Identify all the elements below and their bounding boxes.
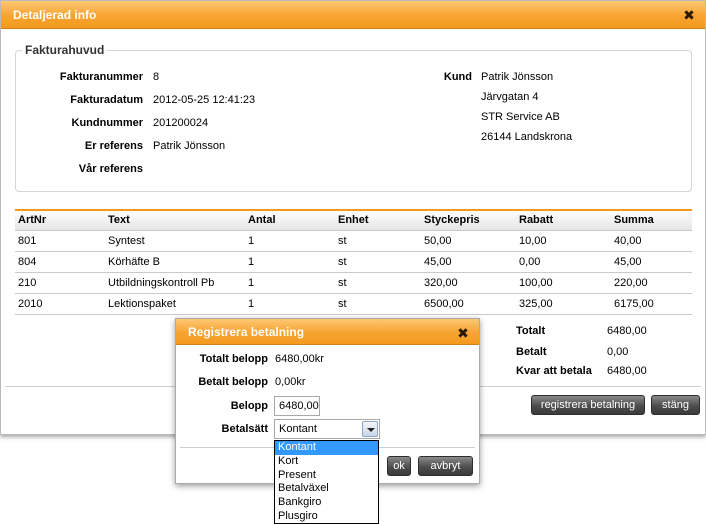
our-reference-label: Vår referens (78, 163, 143, 175)
dialog-title: Detaljerad info (13, 8, 97, 22)
payment-method-option[interactable]: Bankgiro (275, 496, 378, 510)
table-row: 210 Utbildningskontroll Pb 1 st 320,00 1… (15, 272, 692, 294)
cancel-button[interactable]: avbryt (418, 456, 473, 476)
table-cell: 804 (15, 251, 105, 273)
customer-number-label: Kundnummer (71, 117, 144, 129)
your-reference-label: Er referens (84, 140, 143, 152)
table-cell: st (335, 293, 421, 315)
column-header: Summa (611, 209, 692, 231)
paid-amount-value: 0,00kr (275, 376, 306, 388)
payment-dialog-title: Registrera betalning (188, 325, 305, 339)
your-reference-value: Patrik Jönsson (153, 140, 226, 152)
table-row: 2010 Lektionspaket 1 st 6500,00 325,00 6… (15, 293, 692, 315)
table-cell: Lektionspaket (105, 293, 245, 315)
table-cell: 320,00 (421, 272, 516, 294)
payment-method-select[interactable]: Kontant (274, 419, 380, 439)
payment-method-option[interactable]: Kort (275, 455, 378, 469)
table-cell: 10,00 (516, 230, 611, 252)
column-header: Styckepris (421, 209, 516, 231)
table-cell: 45,00 (611, 251, 692, 273)
invoice-header-legend: Fakturahuvud (25, 43, 105, 57)
close-icon[interactable]: ✖ (682, 8, 696, 22)
table-cell: 40,00 (611, 230, 692, 252)
remaining-value: 6480,00 (607, 365, 647, 377)
table-cell: st (335, 272, 421, 294)
payment-method-selected: Kontant (279, 423, 317, 435)
chevron-down-icon[interactable] (362, 421, 378, 437)
table-row: 804 Körhäfte B 1 st 45,00 0,00 45,00 (15, 251, 692, 273)
invoice-number-value: 8 (153, 71, 160, 83)
table-cell: 1 (245, 230, 335, 252)
table-cell: 0,00 (516, 251, 611, 273)
invoice-lines-table: ArtNr Text Antal Enhet Styckepris Rabatt… (15, 209, 692, 315)
invoice-date-value: 2012-05-25 12:41:23 (153, 94, 256, 106)
invoice-number-label: Fakturanummer (59, 71, 143, 83)
remaining-label: Kvar att betala (516, 365, 592, 377)
dialog-titlebar[interactable]: Detaljerad info ✖ (1, 1, 705, 29)
customer-street: Järvgatan 4 (481, 91, 539, 103)
total-label: Totalt (516, 325, 546, 337)
table-cell: 45,00 (421, 251, 516, 273)
table-cell: Körhäfte B (105, 251, 245, 273)
column-header: Antal (245, 209, 335, 231)
table-cell: 801 (15, 230, 105, 252)
customer-number-value: 201200024 (153, 117, 209, 129)
register-payment-button[interactable]: registrera betalning (531, 395, 645, 415)
table-cell: 50,00 (421, 230, 516, 252)
customer-city: 26144 Landskrona (481, 131, 573, 143)
table-cell: 2010 (15, 293, 105, 315)
customer-company: STR Service AB (481, 111, 560, 123)
column-header: Enhet (335, 209, 421, 231)
amount-input[interactable]: 6480,00 (274, 396, 320, 416)
total-value: 6480,00 (607, 325, 647, 337)
column-header: ArtNr (15, 209, 105, 231)
table-cell: 6175,00 (611, 293, 692, 315)
total-amount-label: Totalt belopp (199, 353, 268, 365)
invoice-date-label: Fakturadatum (70, 94, 143, 106)
table-row: 801 Syntest 1 st 50,00 10,00 40,00 (15, 230, 692, 252)
table-cell: 100,00 (516, 272, 611, 294)
table-cell: 6500,00 (421, 293, 516, 315)
amount-label: Belopp (230, 400, 268, 412)
payment-method-option[interactable]: Kontant (275, 441, 378, 455)
customer-name: Patrik Jönsson (481, 71, 554, 83)
table-header-row: ArtNr Text Antal Enhet Styckepris Rabatt… (15, 209, 692, 231)
payment-method-option[interactable]: Betalväxel (275, 482, 378, 496)
table-cell: st (335, 251, 421, 273)
ok-button[interactable]: ok (387, 456, 411, 476)
table-cell: Syntest (105, 230, 245, 252)
column-header: Rabatt (516, 209, 611, 231)
payment-method-option[interactable]: Present (275, 469, 378, 483)
table-cell: 1 (245, 251, 335, 273)
payment-method-option[interactable]: Plusgiro (275, 510, 378, 524)
table-cell: 1 (245, 293, 335, 315)
paid-value: 0,00 (607, 346, 629, 358)
table-cell: Utbildningskontroll Pb (105, 272, 245, 294)
table-cell: 220,00 (611, 272, 692, 294)
payment-dialog-titlebar[interactable]: Registrera betalning ✖ (176, 319, 479, 345)
column-header: Text (105, 209, 245, 231)
payment-method-dropdown-list: Kontant Kort Present Betalväxel Bankgiro… (274, 440, 379, 524)
customer-label: Kund (443, 71, 472, 83)
total-amount-value: 6480,00kr (275, 353, 324, 365)
paid-label: Betalt (516, 346, 547, 358)
table-cell: st (335, 230, 421, 252)
table-cell: 210 (15, 272, 105, 294)
close-button[interactable]: stäng (651, 395, 700, 415)
payment-method-label: Betalsätt (221, 423, 268, 435)
close-icon[interactable]: ✖ (456, 326, 470, 340)
paid-amount-label: Betalt belopp (198, 376, 268, 388)
table-cell: 1 (245, 272, 335, 294)
table-cell: 325,00 (516, 293, 611, 315)
